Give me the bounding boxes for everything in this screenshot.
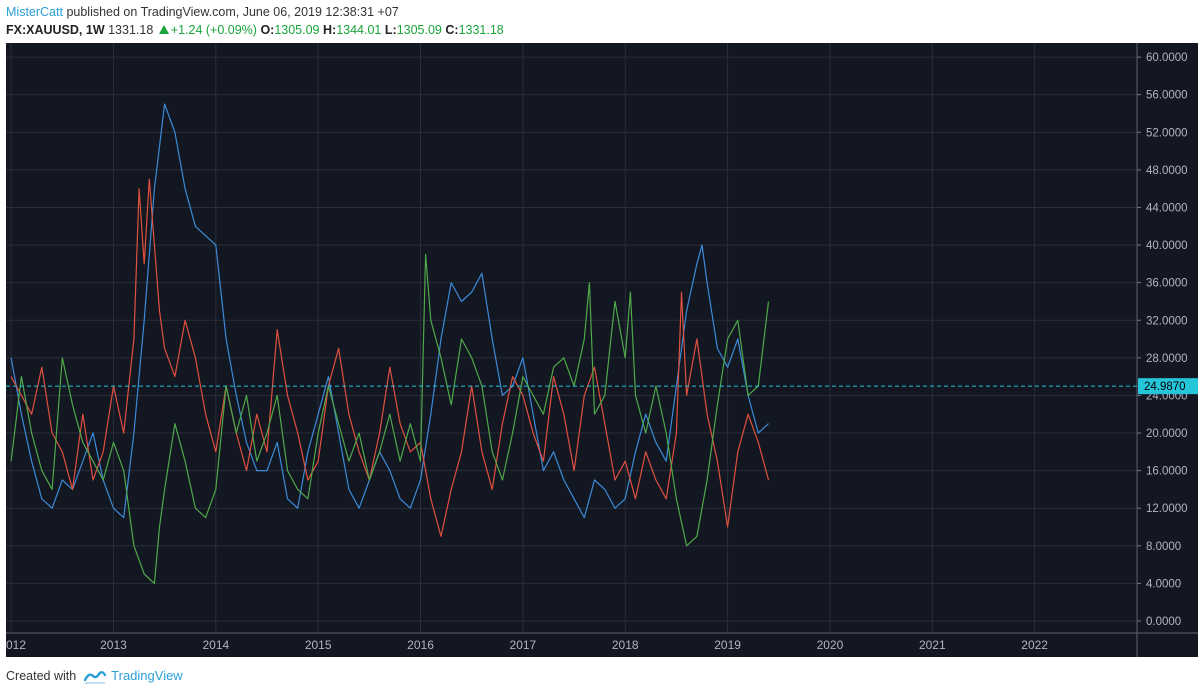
y-tick-label: 28.0000 bbox=[1146, 353, 1188, 365]
x-tick-label: 2021 bbox=[919, 638, 946, 652]
low-label: L: bbox=[384, 23, 397, 37]
y-tick-label: 48.0000 bbox=[1146, 165, 1188, 177]
y-tick-label: 40.0000 bbox=[1146, 240, 1188, 252]
y-tick-label: 36.0000 bbox=[1146, 278, 1188, 290]
x-tick-label: 2018 bbox=[612, 638, 639, 652]
y-tick-label: 4.0000 bbox=[1146, 578, 1181, 590]
y-tick-label: 52.0000 bbox=[1146, 127, 1188, 139]
author-name[interactable]: MisterCatt bbox=[6, 5, 63, 19]
created-with-label: Created with bbox=[6, 669, 77, 683]
y-tick-label: 12.0000 bbox=[1146, 503, 1188, 515]
symbol-line: FX:XAUUSD, 1W 1331.18 +1.24 (+0.09%) O:1… bbox=[6, 23, 504, 37]
publish-line: MisterCatt published on TradingView.com,… bbox=[6, 5, 399, 19]
y-tick-label: 16.0000 bbox=[1146, 466, 1188, 478]
low-value: 1305.09 bbox=[396, 23, 442, 37]
chart-background bbox=[6, 43, 1198, 657]
open-label: O: bbox=[260, 23, 275, 37]
price-change: +1.24 (+0.09%) bbox=[170, 23, 257, 37]
up-arrow-icon bbox=[158, 25, 169, 34]
high-label: H: bbox=[323, 23, 337, 37]
x-tick-label: 2022 bbox=[1021, 638, 1048, 652]
x-tick-label: 2015 bbox=[305, 638, 332, 652]
y-tick-label: 56.0000 bbox=[1146, 90, 1188, 102]
x-tick-label: 012 bbox=[6, 638, 26, 652]
high-value: 1344.01 bbox=[336, 23, 382, 37]
level-label: 24.9870 bbox=[1144, 381, 1186, 393]
open-value: 1305.09 bbox=[274, 23, 320, 37]
x-tick-label: 2020 bbox=[817, 638, 844, 652]
tradingview-brand[interactable]: TradingView bbox=[111, 668, 183, 683]
x-tick-label: 2016 bbox=[407, 638, 434, 652]
last-price: 1331.18 bbox=[108, 23, 154, 37]
chart-container[interactable]: 012 2013 2014 2015 2016 2017 2018 2019 2020 2021 2… bbox=[6, 43, 1198, 657]
publish-info: published on TradingView.com, June 06, 2… bbox=[66, 5, 399, 19]
symbol-label: FX:XAUUSD, 1W bbox=[6, 23, 105, 37]
x-tick-label: 2013 bbox=[100, 638, 127, 652]
tradingview-logo-icon bbox=[83, 671, 106, 684]
y-tick-label: 44.0000 bbox=[1146, 202, 1188, 214]
y-tick-label: 20.0000 bbox=[1146, 428, 1188, 440]
x-tick-label: 2017 bbox=[510, 638, 537, 652]
close-label: C: bbox=[445, 23, 459, 37]
chart-svg[interactable]: 012 2013 2014 2015 2016 2017 2018 2019 2020 2021 2… bbox=[6, 43, 1198, 657]
footer: Created with TradingView bbox=[6, 668, 183, 684]
y-tick-label: 0.0000 bbox=[1146, 616, 1181, 628]
x-tick-label: 2014 bbox=[202, 638, 229, 652]
x-tick-label: 2019 bbox=[714, 638, 741, 652]
y-tick-label: 60.0000 bbox=[1146, 52, 1188, 64]
close-value: 1331.18 bbox=[458, 23, 504, 37]
y-tick-label: 8.0000 bbox=[1146, 541, 1181, 553]
y-tick-label: 32.0000 bbox=[1146, 315, 1188, 327]
